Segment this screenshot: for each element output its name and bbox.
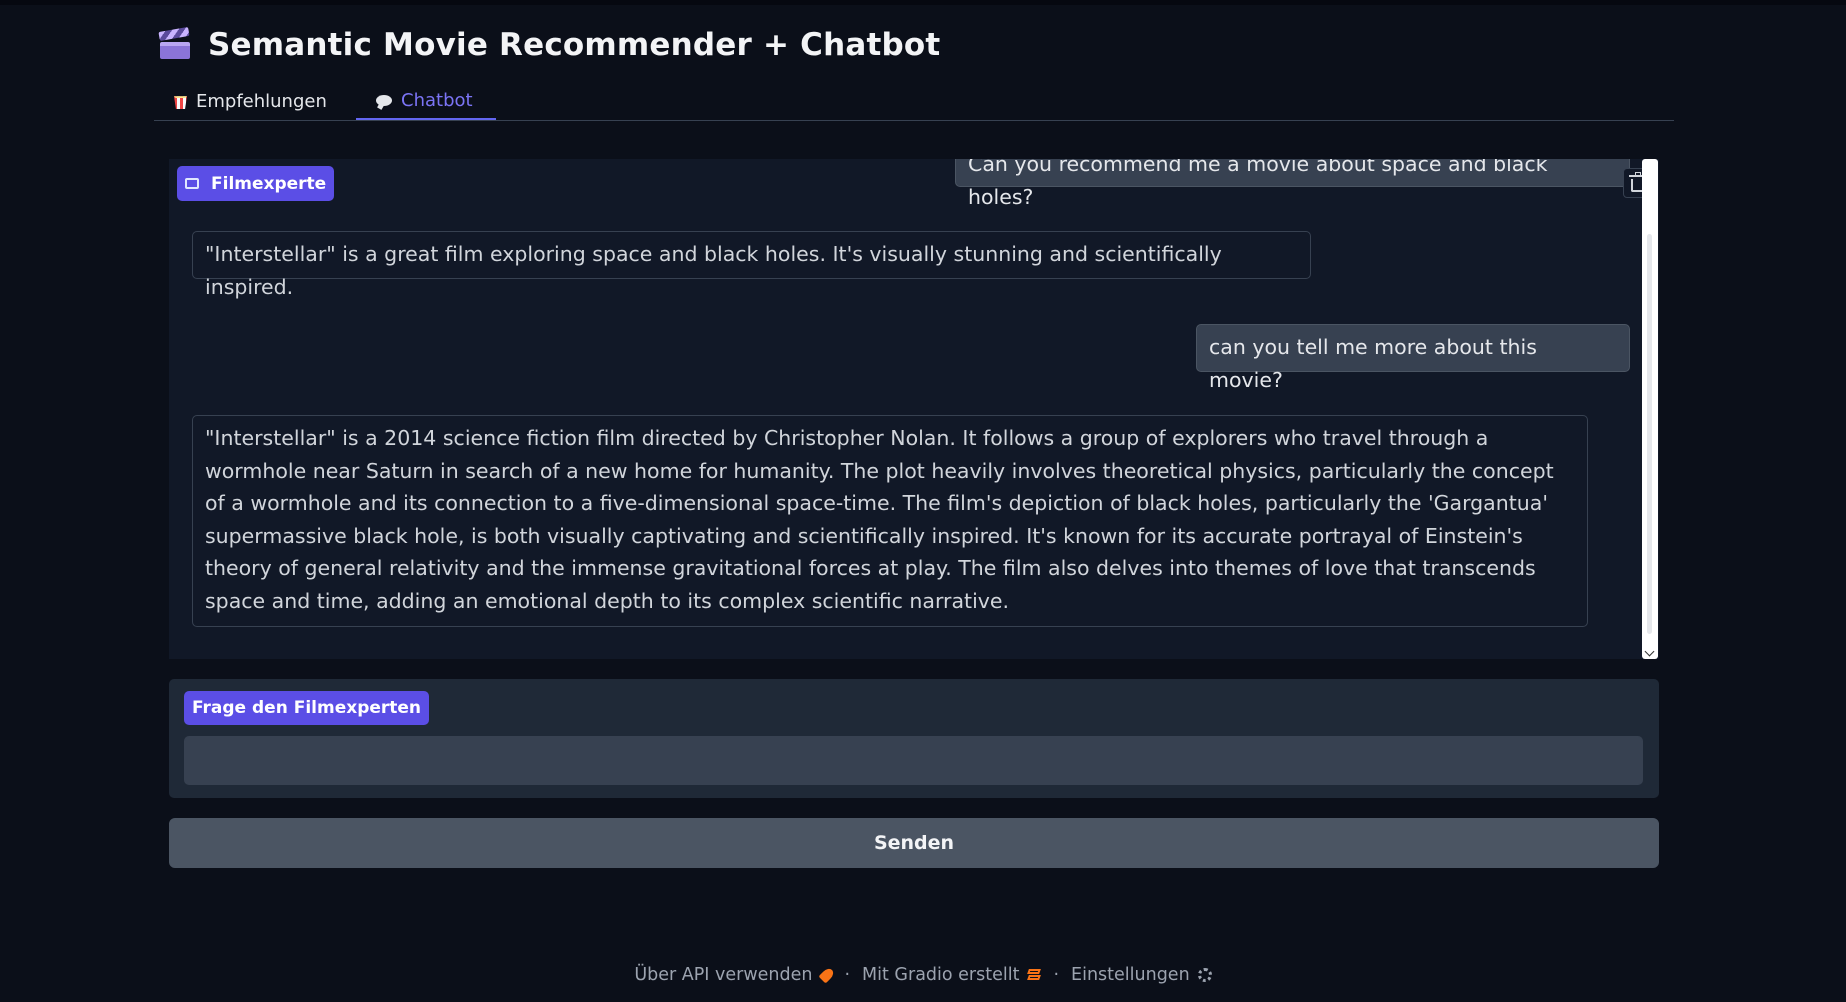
- chatbot-label: Filmexperte: [177, 166, 335, 201]
- chat-scrollbar[interactable]: [1642, 159, 1658, 659]
- footer-gradio-link[interactable]: Mit Gradio erstellt: [862, 965, 1041, 985]
- chat-message-bot: "Interstellar" is a great film exploring…: [192, 231, 1311, 299]
- message-text: "Interstellar" is a great film exploring…: [205, 242, 1222, 299]
- app-container: Semantic Movie Recommender + Chatbot Emp…: [154, 0, 1674, 1002]
- clapperboard-icon: [158, 26, 190, 60]
- scrollbar-thumb[interactable]: [1647, 234, 1652, 634]
- tab-label: Empfehlungen: [196, 90, 327, 112]
- footer-separator: ·: [844, 965, 851, 985]
- page-title: Semantic Movie Recommender + Chatbot: [208, 27, 941, 63]
- footer-settings-text: Einstellungen: [1071, 965, 1190, 985]
- tab-chatbot[interactable]: Chatbot: [356, 82, 496, 120]
- chat-message-user: can you tell me more about this movie?: [1196, 324, 1630, 392]
- footer: Über API verwenden · Mit Gradio erstellt…: [0, 960, 1846, 990]
- chat-icon: [185, 178, 199, 189]
- popcorn-icon: [174, 96, 187, 109]
- tab-empfehlungen[interactable]: Empfehlungen: [154, 82, 347, 120]
- gear-icon: [1197, 968, 1212, 982]
- tab-label: Chatbot: [401, 89, 473, 111]
- message-text: Can you recommend me a movie about space…: [968, 159, 1548, 209]
- gradio-logo-icon: [1027, 968, 1041, 982]
- message-text: "Interstellar" is a 2014 science fiction…: [205, 426, 1554, 613]
- question-input[interactable]: [184, 736, 1643, 785]
- chat-message-user: Can you recommend me a movie about space…: [955, 159, 1630, 209]
- chatbot-label-text: Filmexperte: [211, 173, 327, 194]
- question-input-block: Frage den Filmexperten: [169, 679, 1659, 798]
- chat-message-bot: "Interstellar" is a 2014 science fiction…: [192, 415, 1588, 627]
- speech-bubble-icon: [376, 94, 392, 106]
- scroll-down-arrow-icon[interactable]: [1644, 646, 1655, 657]
- chatbot-panel[interactable]: Can you recommend me a movie about space…: [169, 159, 1659, 659]
- footer-separator: ·: [1053, 965, 1060, 985]
- send-button[interactable]: Senden: [169, 818, 1659, 868]
- footer-settings-link[interactable]: Einstellungen: [1071, 965, 1212, 985]
- footer-gradio-text: Mit Gradio erstellt: [862, 965, 1020, 985]
- page-header: Semantic Movie Recommender + Chatbot: [158, 22, 941, 68]
- tab-bar: Empfehlungen Chatbot: [154, 82, 1674, 121]
- question-input-label: Frage den Filmexperten: [184, 691, 430, 725]
- message-text: can you tell me more about this movie?: [1209, 335, 1537, 392]
- footer-api-text: Über API verwenden: [634, 965, 813, 985]
- footer-api-link[interactable]: Über API verwenden: [634, 965, 836, 985]
- rocket-icon: [818, 966, 836, 984]
